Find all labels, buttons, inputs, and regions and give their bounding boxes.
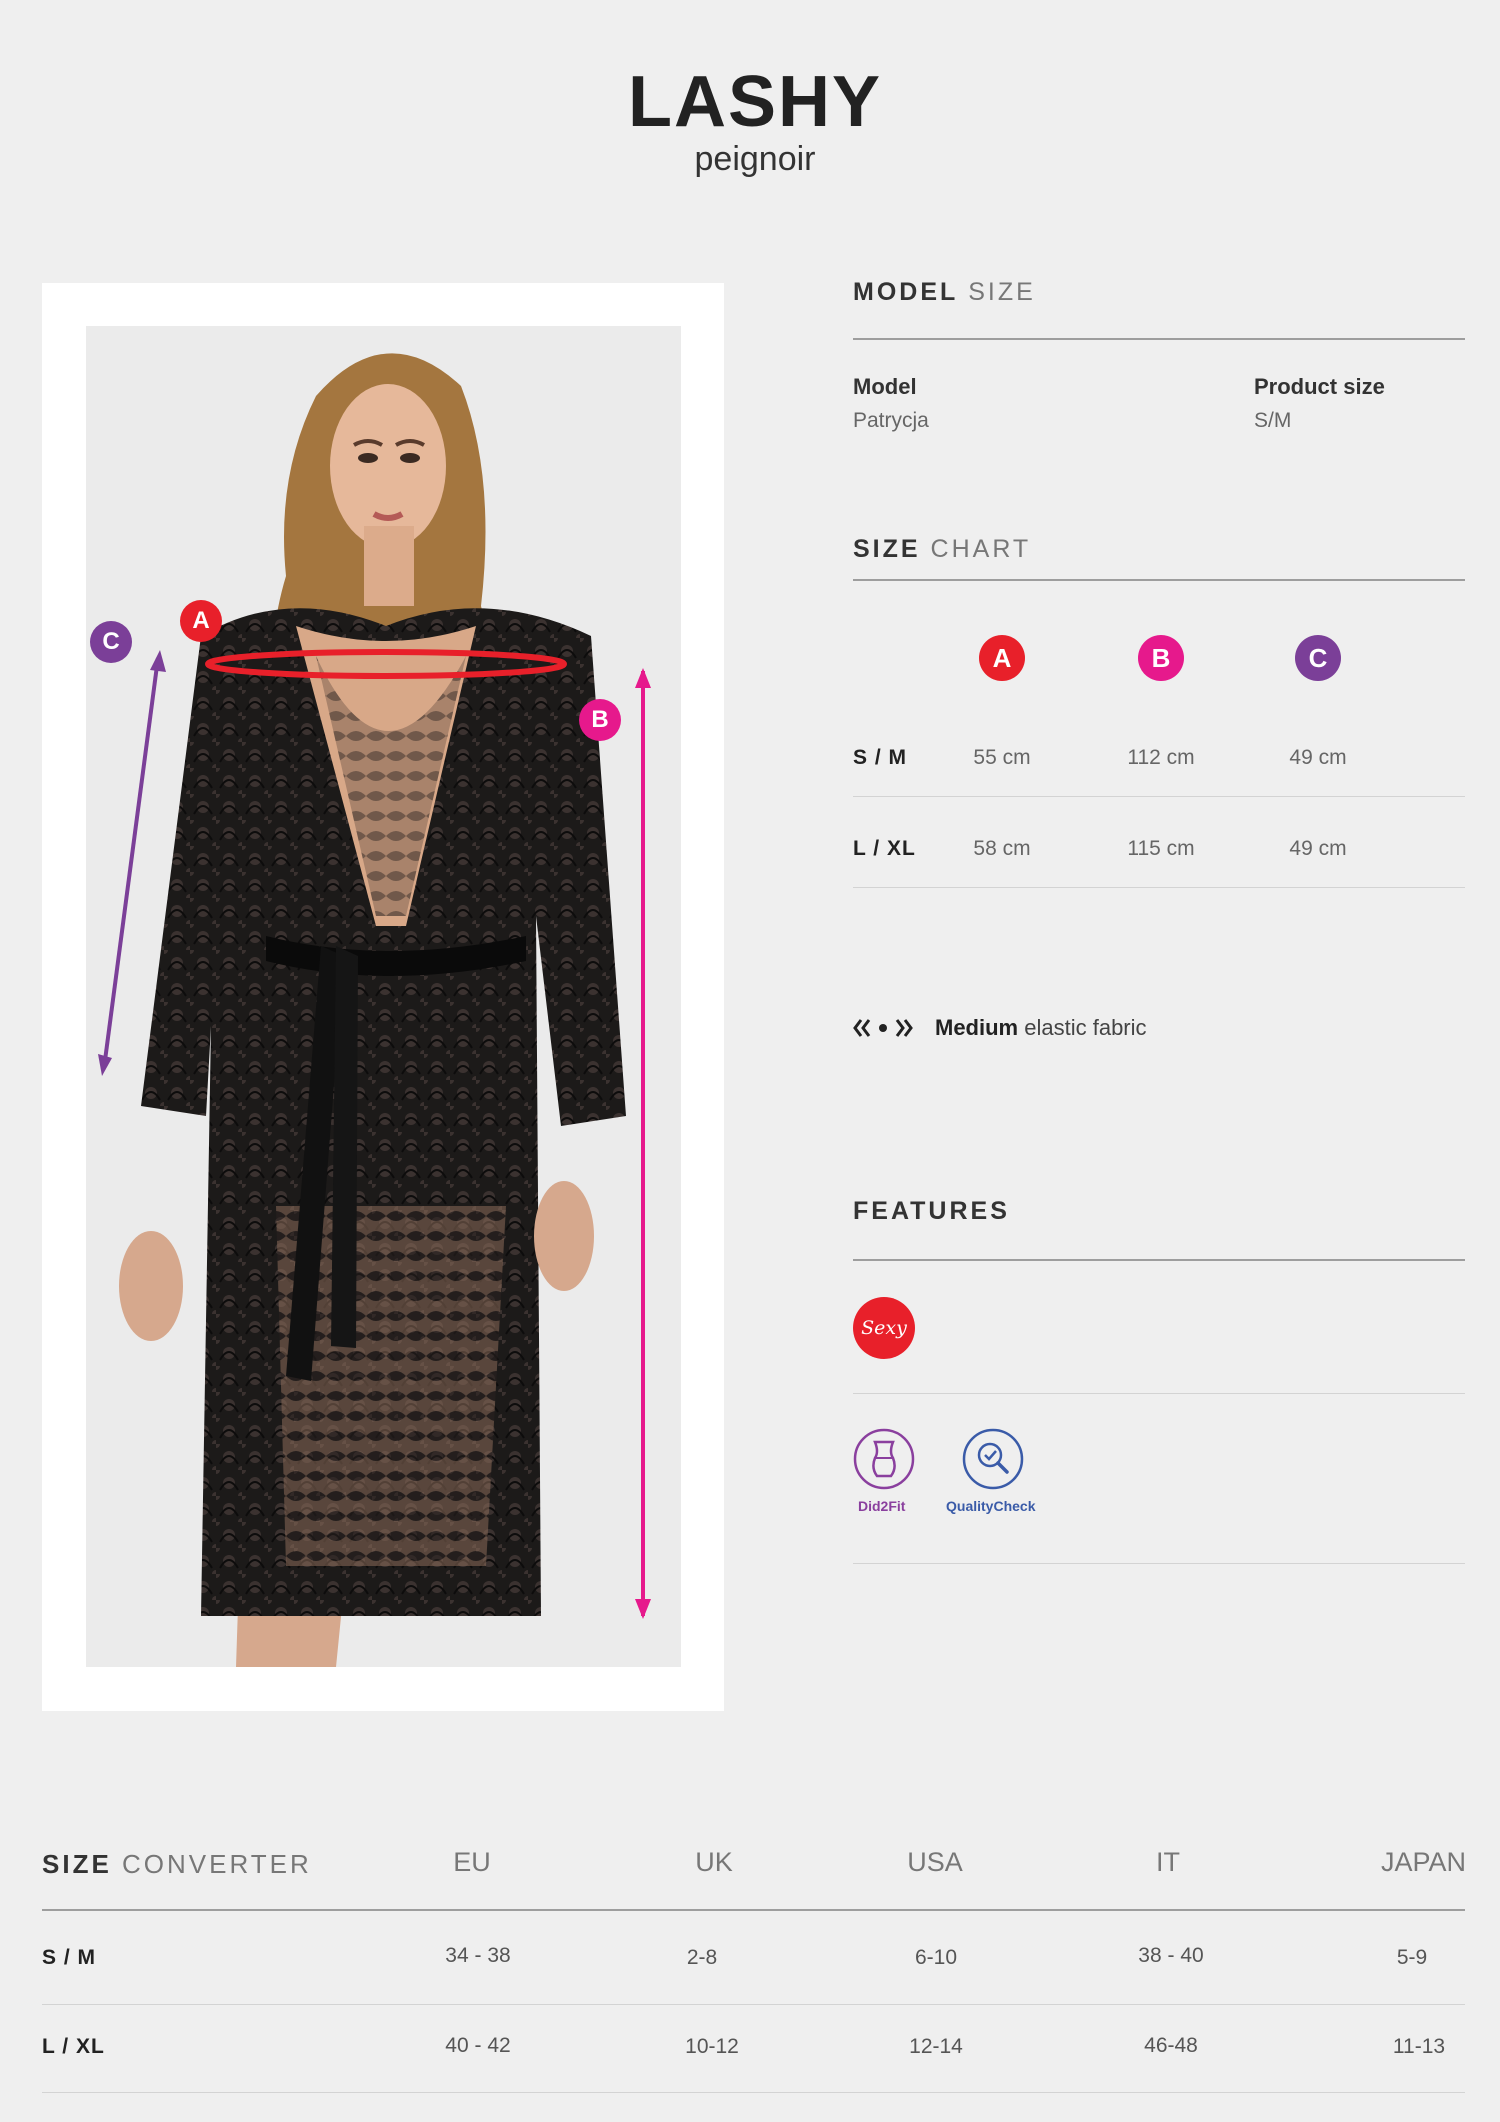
converter-cell: 46-48 [1144,2034,1198,2057]
converter-cell: 11-13 [1392,2035,1446,2058]
product-title: LASHY [627,62,883,142]
divider [42,2092,1465,2093]
size-chart-col-c: C [1295,635,1341,681]
size-chart-col-b: B [1138,635,1184,681]
elasticity-icon [853,1019,913,1037]
converter-col-uk: UK [695,1847,733,1877]
model-value: Patrycja [853,409,929,432]
converter-cell: 34 - 38 [445,1944,511,1967]
sexy-badge-text: Sexy [861,1317,907,1339]
size-chart-cell: 49 cm [1289,837,1347,860]
size-chart-cell: 49 cm [1289,746,1347,769]
divider [42,1909,1465,1911]
divider [853,887,1465,888]
size-chart-col-a: A [979,635,1025,681]
size-chart-cell: 112 cm [1127,746,1195,769]
divider [853,579,1465,581]
model-label: Model [853,374,917,399]
converter-cell: 40 - 42 [445,2034,511,2057]
divider [853,338,1465,340]
divider [853,1563,1465,1564]
size-chart-row-size: L / XL [853,837,916,860]
product-subtitle: peignoir [694,140,816,178]
size-chart-cell: 58 cm [973,837,1031,860]
marker-c: C [90,621,132,663]
product-size-label: Product size [1254,374,1385,399]
fabric-text: elastic fabric [1024,1015,1147,1040]
measurement-c-arrow [98,650,166,1076]
marker-b: B [579,699,621,741]
converter-col-japan: JAPAN [1380,1847,1466,1877]
divider [853,796,1465,797]
divider [853,1393,1465,1394]
quality-check-icon [962,1428,1024,1490]
size-chart-cell: 55 cm [973,746,1031,769]
size-converter-heading: SIZE CONVERTER [42,1849,312,1879]
converter-cell: 12-14 [909,2035,963,2058]
model-size-heading: MODEL SIZE [853,278,1036,306]
size-chart-cell: 115 cm [1127,837,1195,860]
converter-cell: 38 - 40 [1138,1944,1204,1967]
size-chart-heading: SIZE CHART [853,535,1032,563]
product-photo [86,326,681,1667]
converter-col-usa: USA [907,1847,963,1877]
converter-col-eu: EU [453,1847,491,1877]
divider [42,2004,1465,2005]
features-heading: FEATURES [853,1197,1010,1225]
marker-a: A [180,600,222,642]
converter-cell: 6-10 [914,1946,958,1969]
divider [853,1259,1465,1261]
fabric-elasticity: Medium elastic fabric [853,1015,1147,1041]
product-size-value: S/M [1254,409,1292,432]
converter-cell: 10-12 [685,2035,739,2058]
converter-row-size: L / XL [42,2035,105,2058]
converter-cell: 2-8 [686,1946,718,1969]
fabric-bold: Medium [935,1015,1019,1040]
quality-check-label: QualityCheck [946,1498,1036,1514]
converter-col-it: IT [1156,1847,1180,1877]
converter-cell: 5-9 [1396,1946,1428,1969]
did2fit-icon [853,1428,915,1490]
size-chart-row-size: S / M [853,746,908,769]
did2fit-label: Did2Fit [858,1498,906,1514]
sexy-badge-icon: Sexy [853,1297,915,1359]
converter-row-size: S / M [42,1946,97,1969]
